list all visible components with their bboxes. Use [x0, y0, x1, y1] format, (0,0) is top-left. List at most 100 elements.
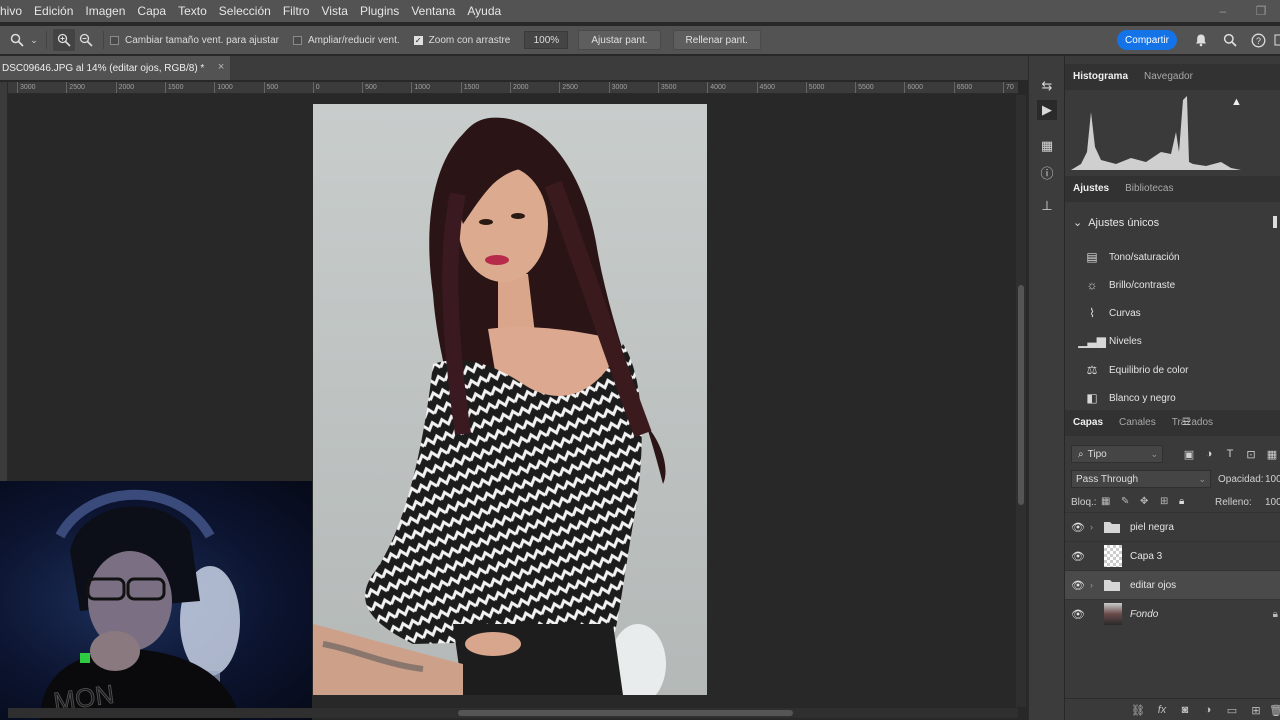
- layer-kind-filter[interactable]: ⌕ Tipo ⌄: [1071, 445, 1163, 463]
- new-layer-icon[interactable]: ⊞: [1247, 701, 1265, 719]
- add-mask-icon[interactable]: ◙: [1176, 701, 1194, 719]
- adjustment-black-white[interactable]: ◧ Blanco y negro: [1083, 387, 1175, 409]
- eye-icon[interactable]: 👁︎: [1066, 608, 1090, 621]
- fill-value[interactable]: 100: [1265, 497, 1280, 508]
- layer-row[interactable]: 👁︎ Capa 3: [1065, 541, 1280, 570]
- vertical-ruler[interactable]: [0, 82, 8, 482]
- libraries-icon[interactable]: ▦: [1037, 136, 1057, 156]
- layer-row[interactable]: 👁︎ Fondo 🔒︎: [1065, 599, 1280, 628]
- adjustment-curves[interactable]: ⌇ Curvas: [1083, 302, 1141, 324]
- link-layers-icon[interactable]: ⛓: [1129, 701, 1147, 719]
- restore-icon[interactable]: ❐: [1242, 0, 1280, 22]
- workspace-icon[interactable]: [1270, 30, 1280, 50]
- actions-play-icon[interactable]: ▶: [1037, 100, 1057, 120]
- filter-adjustment-icon[interactable]: ◑: [1201, 445, 1217, 463]
- kind-filter-value: Tipo: [1087, 448, 1107, 460]
- menu-select[interactable]: Selección: [213, 0, 277, 22]
- layer-row[interactable]: 👁︎ › piel negra: [1065, 512, 1280, 541]
- adjustment-brightness-contrast[interactable]: ☼ Brillo/contraste: [1083, 274, 1176, 296]
- zoom-in-icon[interactable]: [53, 29, 75, 51]
- checkbox-box[interactable]: [110, 35, 119, 45]
- zoom-all-windows-checkbox[interactable]: Ampliar/reducir vent.: [292, 35, 400, 46]
- fill-screen-button[interactable]: Rellenar pant.: [672, 30, 761, 50]
- chevron-down-icon[interactable]: ⌄: [1073, 217, 1082, 229]
- blend-mode-select[interactable]: Pass Through ⌄: [1071, 470, 1211, 488]
- menu-layer[interactable]: Capa: [131, 0, 172, 22]
- document-image[interactable]: [313, 104, 707, 695]
- tab-layers[interactable]: Capas: [1065, 410, 1111, 436]
- scrollbar-thumb[interactable]: [1018, 285, 1024, 505]
- checkbox-box[interactable]: [292, 35, 302, 45]
- history-icon[interactable]: ⇆: [1037, 76, 1057, 96]
- help-icon[interactable]: ?: [1248, 30, 1268, 50]
- warning-icon[interactable]: ▲: [1231, 96, 1242, 108]
- minimize-icon[interactable]: –: [1204, 0, 1242, 22]
- panel-menu-icon[interactable]: [1273, 216, 1277, 228]
- info-icon[interactable]: ⓘ: [1037, 162, 1057, 182]
- document-tab[interactable]: DSC09646.JPG al 14% (editar ojos, RGB/8)…: [0, 56, 231, 80]
- menu-bar: chivo Edición Imagen Capa Texto Selecció…: [0, 0, 1280, 22]
- opacity-value[interactable]: 100: [1265, 474, 1280, 485]
- single-adjustments-header[interactable]: ⌄ Ajustes únicos: [1073, 216, 1159, 229]
- zoom-out-icon[interactable]: [75, 29, 97, 51]
- menu-edit[interactable]: Edición: [28, 0, 79, 22]
- checkbox-checked-icon[interactable]: ✓: [413, 35, 423, 45]
- resize-windows-checkbox[interactable]: Cambiar tamaño vent. para ajustar: [110, 35, 279, 46]
- stamp-icon[interactable]: ⊥: [1037, 196, 1057, 216]
- vertical-scrollbar[interactable]: [1016, 95, 1026, 707]
- scrollbar-thumb[interactable]: [458, 710, 793, 716]
- curves-icon: ⌇: [1089, 306, 1095, 320]
- adjustment-levels[interactable]: ▁▃▆ Niveles: [1078, 330, 1142, 352]
- menu-plugins[interactable]: Plugins: [354, 0, 405, 22]
- filter-pixel-icon[interactable]: ▣: [1181, 445, 1197, 463]
- chevron-down-icon[interactable]: ⌄: [28, 29, 40, 51]
- tab-paths[interactable]: Trazados: [1164, 410, 1221, 436]
- menu-help[interactable]: Ayuda: [461, 0, 507, 22]
- trash-icon[interactable]: 🗑︎: [1267, 701, 1280, 719]
- menu-image[interactable]: Imagen: [79, 0, 131, 22]
- filter-type-icon[interactable]: T: [1222, 445, 1238, 463]
- menu-type[interactable]: Texto: [172, 0, 213, 22]
- ruler-tick-line: [362, 82, 364, 93]
- tab-libraries[interactable]: Bibliotecas: [1117, 176, 1181, 202]
- tab-adjustments[interactable]: Ajustes: [1065, 176, 1117, 202]
- zoom-tool-icon[interactable]: [6, 29, 28, 51]
- tab-histogram[interactable]: Histograma: [1065, 64, 1136, 90]
- fit-screen-button[interactable]: Ajustar pant.: [578, 30, 661, 50]
- zoom-percentage-field[interactable]: 100%: [524, 31, 569, 49]
- layer-name: editar ojos: [1130, 579, 1177, 591]
- filter-smart-object-icon[interactable]: ▦: [1264, 445, 1280, 463]
- layer-row-selected[interactable]: 👁︎ › editar ojos: [1065, 570, 1280, 599]
- chevron-right-icon[interactable]: ›: [1090, 522, 1100, 532]
- search-icon[interactable]: [1220, 30, 1240, 50]
- chevron-right-icon[interactable]: ›: [1090, 580, 1100, 590]
- filter-shape-icon[interactable]: ⊡: [1243, 445, 1259, 463]
- tab-channels[interactable]: Canales: [1111, 410, 1164, 436]
- eye-icon[interactable]: 👁︎: [1066, 521, 1090, 534]
- adjustment-hue-saturation[interactable]: ▤ Tono/saturación: [1083, 246, 1179, 268]
- menu-filter[interactable]: Filtro: [277, 0, 316, 22]
- panel-options-icon[interactable]: ☰: [1182, 417, 1191, 428]
- fx-icon[interactable]: fx: [1153, 701, 1171, 719]
- menu-window[interactable]: Ventana: [405, 0, 461, 22]
- bell-icon[interactable]: [1191, 30, 1211, 50]
- new-group-icon[interactable]: ▭: [1223, 701, 1241, 719]
- lock-all-icon[interactable]: 🔒︎: [1179, 496, 1184, 507]
- adjustment-color-balance[interactable]: ⚖ Equilibrio de color: [1083, 359, 1189, 381]
- scrubby-zoom-checkbox[interactable]: ✓ Zoom con arrastre: [413, 35, 510, 46]
- horizontal-scrollbar[interactable]: [8, 708, 1018, 718]
- tab-navigator[interactable]: Navegador: [1136, 64, 1201, 90]
- lock-transparent-icon[interactable]: ▦: [1101, 496, 1110, 507]
- menu-view[interactable]: Vista: [315, 0, 353, 22]
- close-icon[interactable]: ×: [218, 61, 224, 73]
- eye-icon[interactable]: 👁︎: [1066, 579, 1090, 592]
- lock-paint-icon[interactable]: ✎: [1121, 496, 1129, 507]
- lock-position-icon[interactable]: ✥: [1140, 496, 1148, 507]
- eye-icon[interactable]: 👁︎: [1066, 550, 1090, 563]
- lock-artboard-icon[interactable]: ⊞: [1160, 496, 1168, 507]
- share-button[interactable]: Compartir: [1117, 30, 1177, 50]
- ruler-tick-label: 4500: [759, 84, 776, 91]
- menu-file[interactable]: chivo: [0, 0, 28, 22]
- horizontal-ruler[interactable]: 3000 2500 2000 1500 1000 500 0 500 1000 1500 2000 2…: [8, 82, 1018, 94]
- adjustment-layer-icon[interactable]: ◑: [1199, 701, 1217, 719]
